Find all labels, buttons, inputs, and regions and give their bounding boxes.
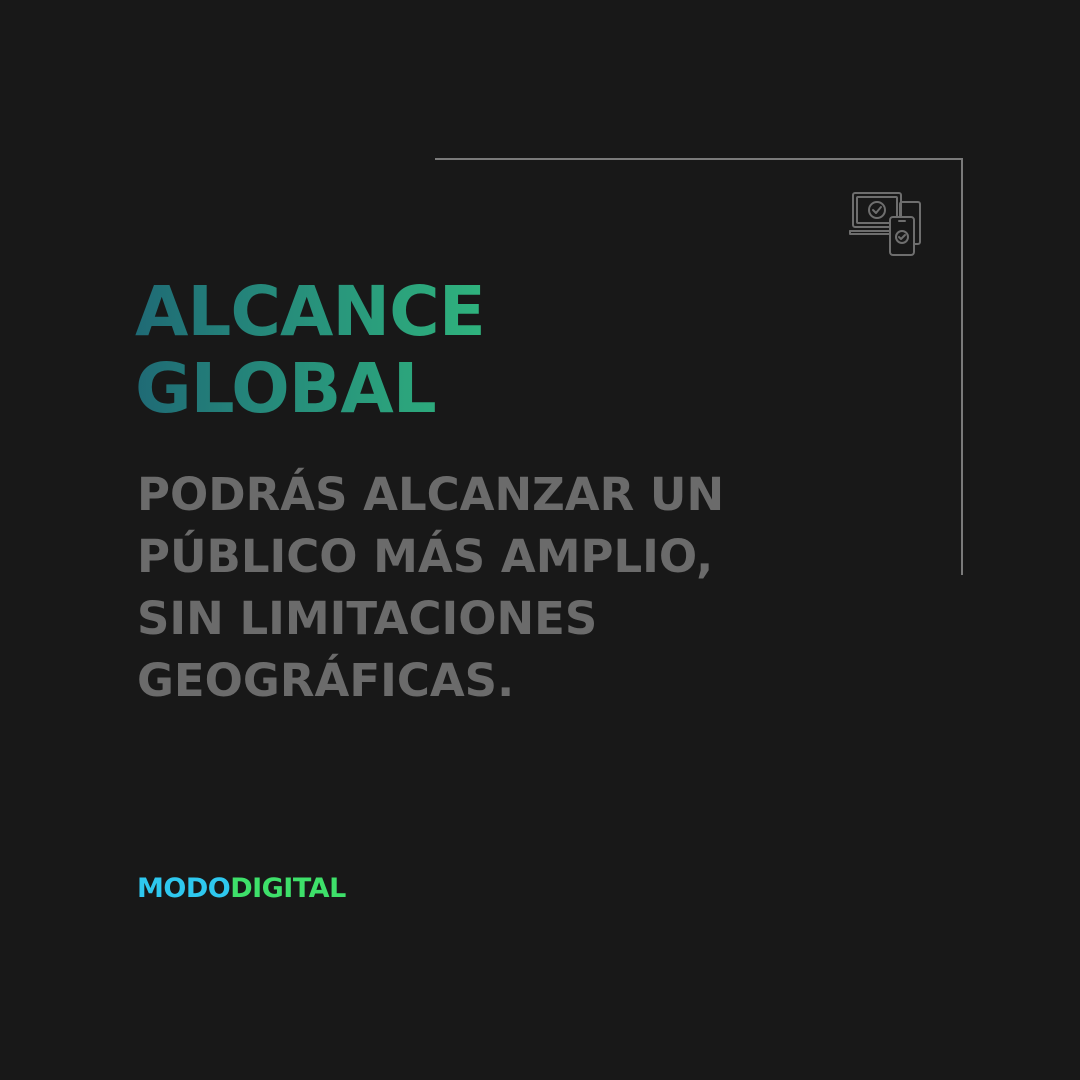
headline-line-2: GLOBAL (135, 349, 436, 429)
brand-logo-part-2: DIGITAL (230, 873, 346, 904)
brand-logo: MODODIGITAL (137, 871, 346, 907)
frame-top-line (435, 158, 963, 160)
headline: ALCANCE GLOBAL (135, 274, 485, 428)
devices-check-icon (849, 192, 921, 256)
body-line-3: SIN LIMITACIONES (137, 592, 598, 645)
promo-card: ALCANCE GLOBAL PODRÁS ALCANZAR UN PÚBLIC… (0, 0, 1080, 1080)
brand-logo-part-1: MODO (137, 873, 231, 904)
headline-line-1: ALCANCE (135, 272, 485, 352)
body-line-1: PODRÁS ALCANZAR UN (137, 468, 725, 521)
body-line-2: PÚBLICO MÁS AMPLIO, (137, 530, 714, 583)
body-line-4: GEOGRÁFICAS. (137, 654, 515, 707)
body-text: PODRÁS ALCANZAR UN PÚBLICO MÁS AMPLIO, S… (137, 464, 724, 712)
frame-right-line (961, 158, 963, 575)
